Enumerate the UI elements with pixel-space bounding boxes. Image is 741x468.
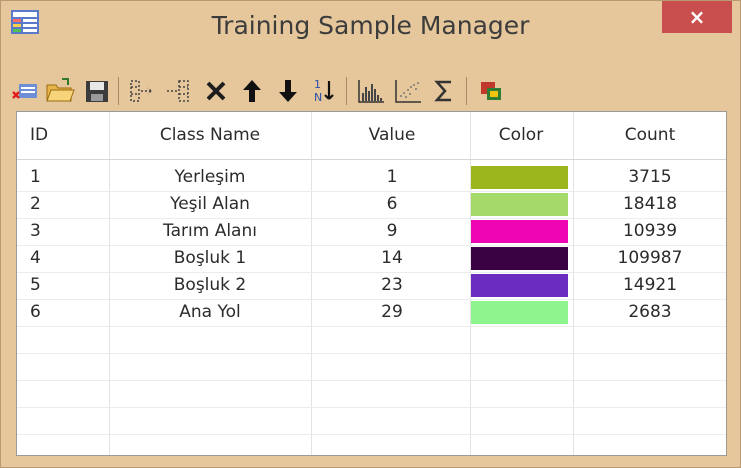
table-header: ID Class Name Value Color Count — [17, 112, 726, 160]
move-down-button[interactable] — [272, 75, 304, 107]
row-count: 18418 — [622, 194, 678, 214]
close-button[interactable]: × — [662, 1, 732, 33]
header-value[interactable]: Value — [313, 122, 471, 149]
split-class-icon — [167, 80, 189, 102]
toolbar-separator — [346, 77, 347, 105]
toolbar-separator — [118, 77, 119, 105]
row-class-name: Yerleşim — [174, 167, 246, 187]
sigma-icon — [434, 80, 451, 102]
color-swatch[interactable] — [471, 166, 568, 189]
empty-row — [17, 353, 726, 381]
table-row[interactable]: 2 Yeşil Alan 6 18418 — [17, 191, 726, 219]
row-id: 5 — [30, 275, 41, 295]
row-value: 14 — [381, 248, 403, 268]
open-button[interactable] — [44, 75, 76, 107]
svg-text:1: 1 — [314, 78, 321, 91]
table-row[interactable]: 5 Boşluk 2 23 14921 — [17, 272, 726, 300]
row-count: 3715 — [628, 167, 672, 187]
table-row[interactable]: 6 Ana Yol 29 2683 — [17, 299, 726, 327]
header-count[interactable]: Count — [575, 122, 725, 149]
header-class-name[interactable]: Class Name — [110, 122, 310, 149]
row-value: 9 — [386, 221, 398, 241]
row-value: 29 — [381, 302, 403, 322]
svg-text:N: N — [314, 91, 322, 104]
color-swatch[interactable] — [471, 220, 568, 243]
empty-row — [17, 407, 726, 435]
training-sample-manager-window: Training Sample Manager × 1 N ID Class N… — [0, 0, 741, 468]
delete-button[interactable] — [200, 75, 232, 107]
row-value: 1 — [386, 167, 398, 187]
histogram-icon — [358, 80, 384, 103]
row-id: 1 — [30, 167, 41, 187]
row-id: 6 — [30, 302, 41, 322]
row-value: 6 — [386, 194, 398, 214]
empty-row — [17, 434, 726, 455]
color-swatch[interactable] — [471, 193, 568, 216]
header-color[interactable]: Color — [471, 122, 571, 149]
table-row[interactable]: 1 Yerleşim 1 3715 — [17, 164, 726, 192]
merge-classes-button[interactable] — [127, 75, 159, 107]
scatterplot-button[interactable] — [392, 75, 424, 107]
row-count: 2683 — [628, 302, 672, 322]
scatterplot-icon — [395, 80, 421, 103]
row-count: 10939 — [622, 221, 678, 241]
histogram-button[interactable] — [355, 75, 387, 107]
move-up-button[interactable] — [236, 75, 268, 107]
row-id: 2 — [30, 194, 41, 214]
open-folder-icon — [46, 78, 75, 102]
save-button[interactable] — [81, 75, 113, 107]
table-row[interactable]: 4 Boşluk 1 14 109987 — [17, 245, 726, 273]
header-id[interactable]: ID — [30, 122, 90, 149]
merge-classes-icon — [130, 80, 152, 102]
toolbar-separator — [466, 77, 467, 105]
color-swatch[interactable] — [471, 247, 568, 270]
color-swatch[interactable] — [471, 301, 568, 324]
row-class-name: Ana Yol — [179, 302, 241, 322]
title-bar[interactable]: Training Sample Manager × — [1, 1, 740, 59]
save-icon — [86, 81, 108, 102]
color-swatch[interactable] — [471, 274, 568, 297]
row-value: 23 — [381, 275, 403, 295]
remove-sample-button[interactable] — [9, 75, 41, 107]
row-id: 3 — [30, 221, 41, 241]
row-class-name: Boşluk 1 — [173, 248, 247, 268]
statistics-button[interactable] — [428, 75, 460, 107]
sort-button[interactable]: 1 N — [308, 75, 340, 107]
table-row[interactable]: 3 Tarım Alanı 9 10939 — [17, 218, 726, 246]
sample-table: ID Class Name Value Color Count 1 Yerleş… — [16, 111, 727, 456]
sort-icon: 1 N — [314, 78, 334, 104]
row-count: 109987 — [617, 248, 683, 268]
remove-sample-icon — [12, 84, 37, 99]
row-count: 14921 — [622, 275, 678, 295]
toolbar: 1 N — [9, 73, 733, 109]
color-tool-button[interactable] — [475, 75, 507, 107]
window-title: Training Sample Manager — [211, 11, 530, 40]
move-up-icon — [243, 80, 261, 102]
row-class-name: Boşluk 2 — [173, 275, 247, 295]
move-down-icon — [279, 80, 297, 102]
color-tool-icon — [481, 82, 501, 100]
empty-row — [17, 380, 726, 408]
empty-row — [17, 326, 726, 354]
row-class-name: Yeşil Alan — [170, 194, 250, 214]
delete-icon — [206, 81, 226, 101]
row-id: 4 — [30, 248, 41, 268]
split-class-button[interactable] — [163, 75, 195, 107]
row-class-name: Tarım Alanı — [163, 221, 257, 241]
